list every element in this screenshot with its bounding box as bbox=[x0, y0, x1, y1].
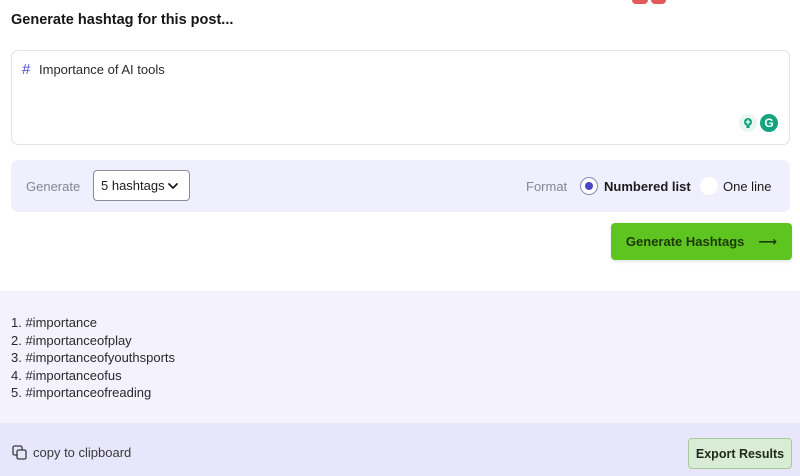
options-bar: Generate 5 hashtags Format Numbered list… bbox=[11, 160, 790, 212]
format-label: Format bbox=[526, 179, 568, 194]
results-list: 1. #importance 2. #importanceofplay 3. #… bbox=[11, 314, 175, 402]
one-line-label[interactable]: One line bbox=[723, 179, 771, 194]
hashtag-count-value: 5 hashtags bbox=[101, 178, 165, 193]
results-footer: copy to clipboard Export Results bbox=[0, 423, 800, 476]
hashtag-icon: # bbox=[22, 61, 31, 78]
copy-icon bbox=[12, 445, 27, 460]
list-item: 2. #importanceofplay bbox=[11, 332, 132, 348]
generate-hashtags-button[interactable]: Generate Hashtags ⟶ bbox=[611, 223, 792, 260]
post-text-value[interactable]: Importance of AI tools bbox=[39, 62, 165, 77]
copy-to-clipboard-button[interactable]: copy to clipboard bbox=[12, 445, 131, 460]
list-item: 1. #importance bbox=[11, 315, 97, 330]
numbered-list-radio[interactable] bbox=[580, 177, 598, 195]
list-item: 5. #importanceofreading bbox=[11, 385, 152, 400]
export-results-button[interactable]: Export Results bbox=[688, 438, 792, 469]
generate-hashtags-label: Generate Hashtags bbox=[625, 234, 745, 249]
one-line-radio[interactable] bbox=[700, 177, 718, 195]
extension-icons: G bbox=[739, 114, 778, 132]
page-title: Generate hashtag for this post... bbox=[11, 12, 234, 28]
list-item: 3. #importanceofyouthsports bbox=[11, 350, 176, 365]
lightbulb-plus-icon[interactable] bbox=[739, 114, 757, 132]
generate-label: Generate bbox=[26, 179, 81, 194]
copy-to-clipboard-label: copy to clipboard bbox=[33, 445, 132, 460]
grammarly-icon[interactable]: G bbox=[760, 114, 778, 132]
hashtag-count-select[interactable]: 5 hashtags bbox=[93, 170, 190, 201]
numbered-list-label[interactable]: Numbered list bbox=[604, 179, 691, 194]
list-item: 4. #importanceofus bbox=[11, 367, 122, 383]
chevron-down-icon bbox=[168, 183, 178, 189]
arrow-right-icon: ⟶ bbox=[758, 233, 778, 249]
post-text-area[interactable]: # Importance of AI tools G bbox=[11, 50, 790, 145]
logo-fragment bbox=[632, 0, 666, 4]
results-panel: 1. #importance 2. #importanceofplay 3. #… bbox=[0, 291, 800, 423]
